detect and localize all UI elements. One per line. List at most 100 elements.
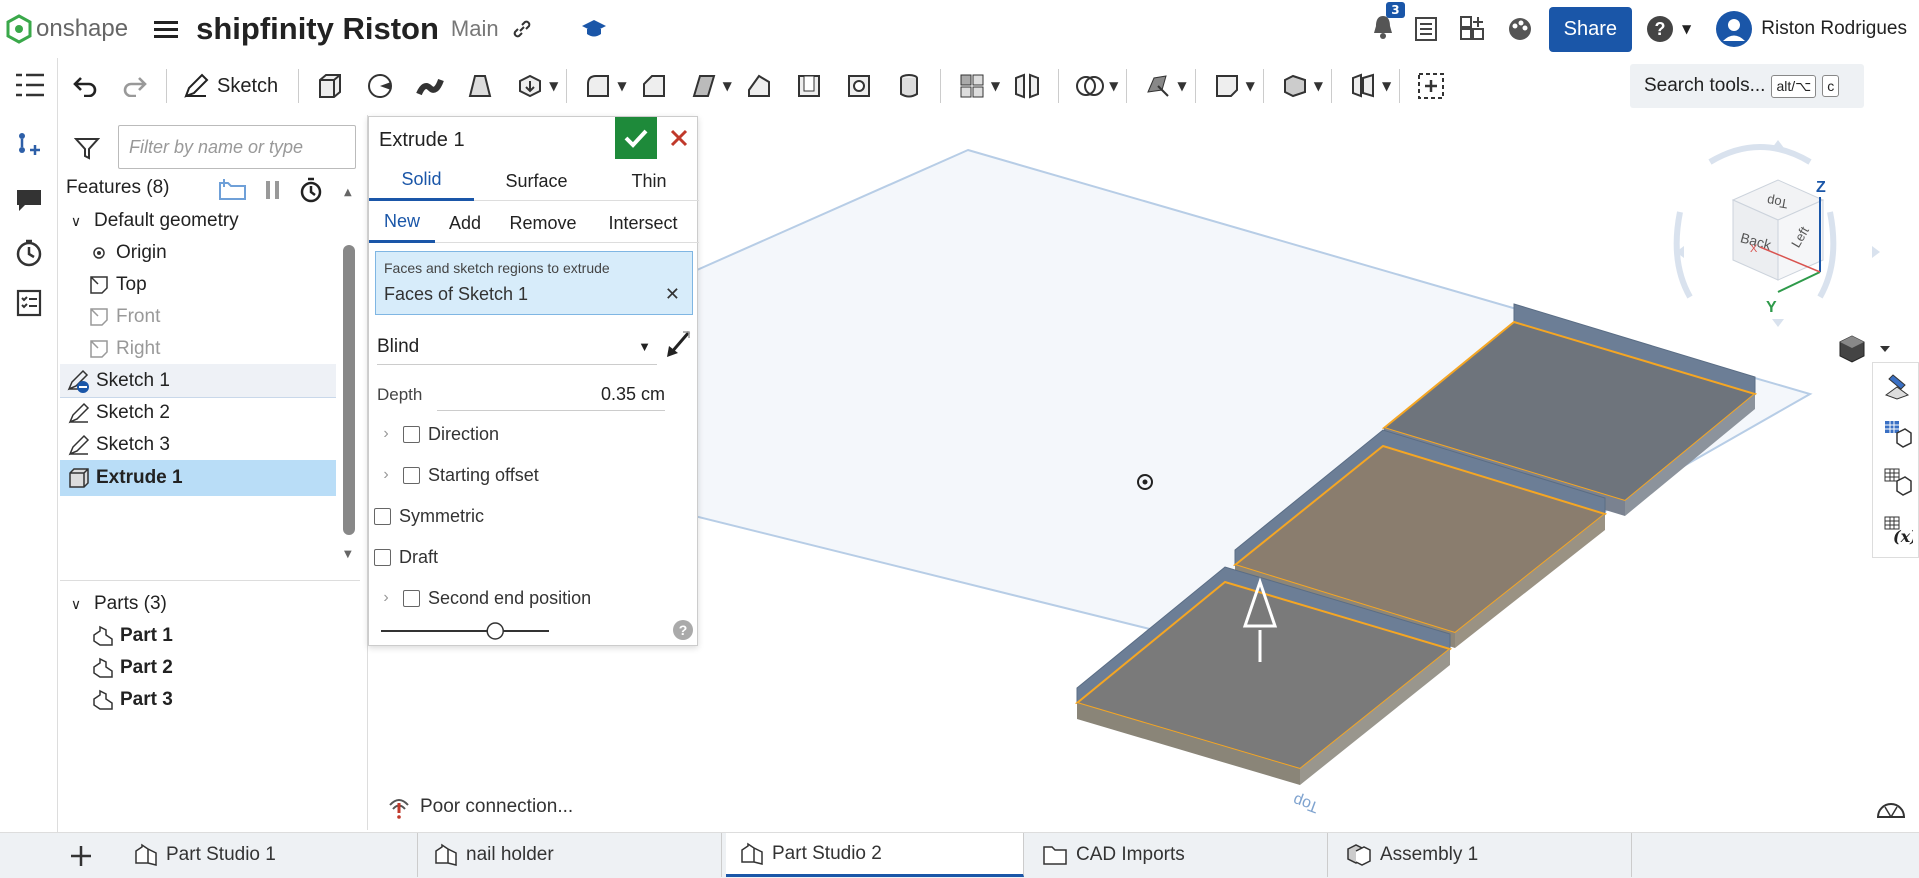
redo-button[interactable] bbox=[119, 70, 151, 102]
add-tab-button[interactable] bbox=[68, 843, 94, 874]
onshape-logo[interactable]: onshape bbox=[6, 14, 128, 44]
second-end-checkbox[interactable] bbox=[403, 589, 420, 607]
view-cube[interactable]: Top Back Left Z Y X bbox=[1673, 140, 1880, 327]
parts-group[interactable]: ∨ Parts (3) bbox=[60, 587, 336, 621]
cylinder-button[interactable] bbox=[893, 70, 925, 102]
share-button[interactable]: Share bbox=[1548, 6, 1633, 52]
chevron-down-icon[interactable]: ▼ bbox=[1177, 79, 1186, 93]
chevron-down-icon[interactable]: ▼ bbox=[991, 79, 1000, 93]
draft-button[interactable] bbox=[688, 70, 720, 102]
tree-item-part-2[interactable]: Part 2 bbox=[60, 651, 336, 685]
chevron-down-icon[interactable]: ▼ bbox=[1246, 79, 1255, 93]
mirror-button[interactable] bbox=[1011, 70, 1043, 102]
flip-direction-icon[interactable] bbox=[665, 329, 693, 359]
transform-button[interactable] bbox=[1142, 70, 1174, 102]
tab-assembly-1[interactable]: Assembly 1 bbox=[1332, 833, 1632, 877]
chevron-right-icon[interactable]: › bbox=[369, 466, 403, 484]
user-menu[interactable]: Riston Rodrigues bbox=[1715, 10, 1907, 48]
branch-name[interactable]: Main bbox=[451, 16, 499, 42]
tree-item-top-plane[interactable]: Top bbox=[60, 268, 336, 302]
chevron-right-icon[interactable]: › bbox=[369, 589, 403, 607]
bom-table-icon[interactable] bbox=[1883, 467, 1913, 497]
search-tools-button[interactable]: Search tools... alt/⌥ c bbox=[1630, 64, 1864, 108]
preview-slider[interactable] bbox=[379, 621, 555, 641]
faces-selection-field[interactable]: Faces and sketch regions to extrude Face… bbox=[375, 251, 693, 315]
tab-new[interactable]: New bbox=[369, 203, 435, 243]
tab-part-studio-2[interactable]: Part Studio 2 bbox=[726, 833, 1024, 877]
second-end-option[interactable]: › Second end position bbox=[369, 581, 699, 615]
tab-solid[interactable]: Solid bbox=[369, 161, 474, 201]
tree-item-sketch-2[interactable]: Sketch 2 bbox=[60, 396, 336, 430]
chevron-down-icon[interactable]: ∨ bbox=[64, 596, 88, 613]
symmetric-option[interactable]: Symmetric bbox=[369, 499, 699, 533]
starting-offset-option[interactable]: › Starting offset bbox=[369, 458, 699, 492]
tree-item-right-plane[interactable]: Right bbox=[60, 332, 336, 366]
chevron-right-icon[interactable]: › bbox=[369, 425, 403, 443]
tab-part-studio-1[interactable]: Part Studio 1 bbox=[120, 833, 418, 877]
dialog-title[interactable]: Extrude 1 bbox=[379, 129, 465, 152]
feature-list-icon[interactable] bbox=[14, 72, 46, 100]
thicken-button[interactable] bbox=[514, 70, 546, 102]
frames-button[interactable] bbox=[1347, 70, 1379, 102]
chevron-down-icon[interactable]: ▼ bbox=[1109, 79, 1118, 93]
draft-checkbox[interactable] bbox=[374, 548, 391, 566]
tab-add[interactable]: Add bbox=[435, 203, 495, 243]
tree-item-origin[interactable]: Origin bbox=[60, 236, 336, 270]
hole-button[interactable] bbox=[843, 70, 875, 102]
chevron-down-icon[interactable]: ▼ bbox=[617, 79, 626, 93]
cancel-button[interactable] bbox=[664, 123, 694, 153]
feature-scroll-thumb[interactable] bbox=[343, 245, 355, 535]
feature-filter-input[interactable] bbox=[118, 125, 356, 169]
direction-checkbox[interactable] bbox=[403, 425, 420, 443]
revolve-button[interactable] bbox=[364, 70, 396, 102]
sweep-button[interactable] bbox=[414, 70, 446, 102]
symmetric-checkbox[interactable] bbox=[374, 507, 391, 525]
tree-item-part-3[interactable]: Part 3 bbox=[60, 683, 336, 717]
tree-item-part-1[interactable]: Part 1 bbox=[60, 619, 336, 653]
plane-button[interactable] bbox=[1211, 70, 1243, 102]
end-type-select[interactable]: Blind ▼ bbox=[377, 329, 657, 365]
draft-option[interactable]: Draft bbox=[369, 540, 699, 574]
chamfer-button[interactable] bbox=[638, 70, 670, 102]
chevron-down-icon[interactable]: ▼ bbox=[723, 79, 732, 93]
tab-nail-holder[interactable]: nail holder bbox=[420, 833, 722, 877]
view-options-button[interactable] bbox=[1839, 335, 1890, 363]
slider-knob[interactable] bbox=[486, 622, 504, 640]
default-geometry-group[interactable]: ∨ Default geometry bbox=[60, 204, 336, 238]
measure-tool-icon[interactable] bbox=[1876, 803, 1906, 818]
appearance-icon[interactable] bbox=[1507, 16, 1533, 42]
tree-item-extrude-1[interactable]: Extrude 1 bbox=[60, 460, 336, 496]
insert-variable-icon[interactable] bbox=[14, 128, 44, 158]
extrude-button[interactable] bbox=[314, 70, 346, 102]
tab-thin[interactable]: Thin bbox=[599, 161, 699, 201]
tree-item-sketch-3[interactable]: Sketch 3 bbox=[60, 428, 336, 462]
depth-input[interactable]: 0.35 cm bbox=[437, 377, 665, 411]
sketch-button[interactable]: Sketch bbox=[183, 73, 278, 99]
chevron-down-icon[interactable]: ▼ bbox=[1314, 79, 1323, 93]
feature-help-icon[interactable]: ? bbox=[673, 620, 693, 640]
starting-offset-checkbox[interactable] bbox=[403, 466, 420, 484]
appearance-panel-icon[interactable] bbox=[1883, 371, 1911, 401]
document-title[interactable]: shipfinity Riston bbox=[196, 11, 439, 47]
variable-table-icon[interactable]: (x) bbox=[1883, 515, 1913, 545]
chevron-down-icon[interactable]: ∨ bbox=[64, 213, 88, 230]
shell-button[interactable] bbox=[793, 70, 825, 102]
loft-button[interactable] bbox=[464, 70, 496, 102]
link-icon[interactable] bbox=[511, 18, 533, 40]
direction-option[interactable]: › Direction bbox=[369, 417, 699, 451]
comments-icon[interactable] bbox=[14, 186, 44, 214]
tab-remove[interactable]: Remove bbox=[495, 203, 591, 243]
history-icon[interactable] bbox=[14, 238, 44, 268]
tab-surface[interactable]: Surface bbox=[474, 161, 599, 201]
app-store-icon[interactable] bbox=[1459, 15, 1487, 43]
tab-cad-imports[interactable]: CAD Imports bbox=[1028, 833, 1328, 877]
menu-icon[interactable] bbox=[154, 17, 179, 42]
tree-item-sketch-1[interactable]: Sketch 1 bbox=[60, 364, 336, 398]
clear-selection-icon[interactable]: ✕ bbox=[665, 284, 680, 305]
sheet-metal-button[interactable] bbox=[1279, 70, 1311, 102]
add-folder-icon[interactable] bbox=[218, 178, 248, 202]
undo-button[interactable] bbox=[69, 70, 101, 102]
notifications-button[interactable]: 3 bbox=[1371, 1, 1405, 45]
rib-button[interactable] bbox=[743, 70, 775, 102]
configuration-panel-icon[interactable] bbox=[1883, 419, 1913, 449]
